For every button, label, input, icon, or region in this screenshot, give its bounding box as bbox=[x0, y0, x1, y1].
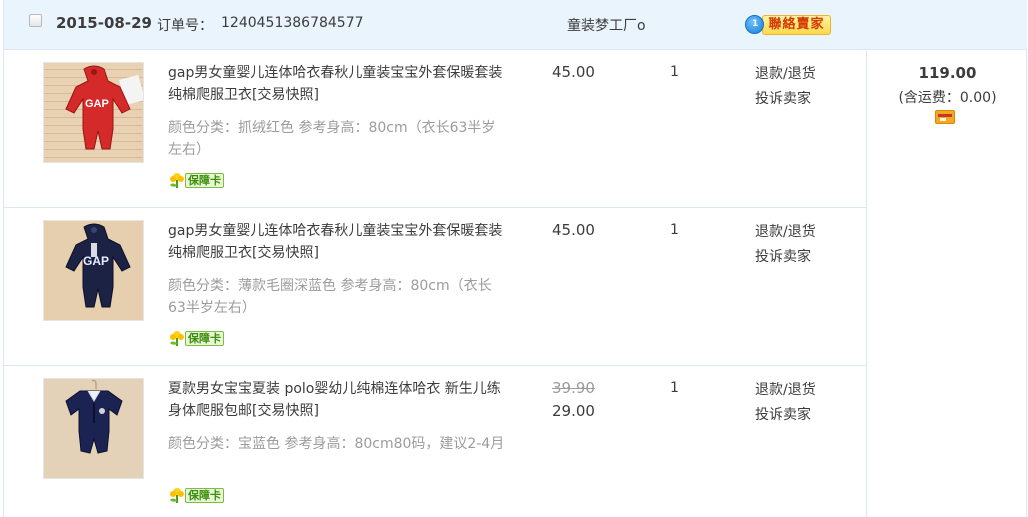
guarantee-card-label: 保障卡 bbox=[185, 331, 224, 346]
product-sku-info: 颜色分类：薄款毛圈深蓝色 参考身高：80cm（衣长63半岁左右） bbox=[168, 278, 492, 316]
product-title-link[interactable]: gap男女童婴儿连体哈衣春秋儿童装宝宝外套保暖套装纯棉爬服卫衣[交易快照] bbox=[168, 220, 513, 264]
product-sku-info: 颜色分类：宝蓝色 参考身高：80cm80码，建议2-4月 bbox=[168, 436, 505, 452]
unit-price: 45.00 bbox=[552, 221, 595, 239]
order-item: GAP gap男女童婴儿连体哈衣春秋儿童装宝宝外套保暖套装纯棉爬服卫衣[交易快照… bbox=[4, 208, 866, 366]
complain-seller-link[interactable]: 投诉卖家 bbox=[755, 88, 811, 108]
order-item: 夏款男女宝宝夏装 polo婴幼儿纯棉连体哈衣 新生儿练身体爬服包邮[交易快照] … bbox=[4, 366, 866, 517]
shop-name-link[interactable]: 童装梦工厂o bbox=[567, 15, 646, 35]
order-card: 2015-08-29 订单号： 1240451386784577 童装梦工厂o … bbox=[3, 0, 1027, 517]
guarantee-card-label: 保障卡 bbox=[185, 488, 224, 503]
flower-icon bbox=[170, 488, 184, 503]
order-number-label: 订单号： bbox=[157, 18, 213, 34]
order-item: GAP gap男女童婴儿连体哈衣春秋儿童装宝宝外套保暖套装纯棉爬服卫衣[交易快照… bbox=[4, 50, 866, 208]
order-header: 2015-08-29 订单号： 1240451386784577 童装梦工厂o … bbox=[4, 0, 1027, 50]
order-number: 1240451386784577 bbox=[221, 15, 364, 31]
product-sku-info: 颜色分类：抓绒红色 参考身高：80cm（衣长63半岁左右） bbox=[168, 120, 496, 158]
chat-badge-count: 1 bbox=[752, 19, 759, 29]
svg-text:GAP: GAP bbox=[85, 98, 109, 110]
order-select-checkbox[interactable] bbox=[29, 14, 42, 27]
refund-return-link[interactable]: 退款/退货 bbox=[755, 221, 816, 241]
unit-price: 29.00 bbox=[552, 402, 595, 420]
refund-return-link[interactable]: 退款/退货 bbox=[755, 379, 816, 399]
quantity: 1 bbox=[670, 380, 679, 396]
product-thumbnail[interactable]: GAP bbox=[43, 220, 144, 321]
quantity: 1 bbox=[670, 64, 679, 80]
unit-price: 45.00 bbox=[552, 63, 595, 81]
product-title-link[interactable]: gap男女童婴儿连体哈衣春秋儿童装宝宝外套保暖套装纯棉爬服卫衣[交易快照] bbox=[168, 62, 513, 106]
order-total-amount: 119.00 bbox=[918, 64, 977, 82]
quantity: 1 bbox=[670, 222, 679, 238]
contact-seller-label: 聯絡賣家 bbox=[762, 15, 831, 35]
flower-icon bbox=[170, 331, 184, 346]
complain-seller-link[interactable]: 投诉卖家 bbox=[755, 404, 811, 424]
shipping-fee: (含运费：0.00) bbox=[898, 90, 997, 106]
payment-card-icon[interactable] bbox=[935, 110, 955, 124]
guarantee-card-label: 保障卡 bbox=[185, 173, 224, 188]
guarantee-card-badge[interactable]: 保障卡 bbox=[168, 170, 232, 190]
flower-icon bbox=[170, 173, 184, 188]
product-thumbnail[interactable] bbox=[43, 378, 144, 479]
refund-return-link[interactable]: 退款/退货 bbox=[755, 63, 816, 83]
complain-seller-link[interactable]: 投诉卖家 bbox=[755, 246, 811, 266]
guarantee-card-badge[interactable]: 保障卡 bbox=[168, 328, 232, 348]
original-price: 39.90 bbox=[552, 379, 595, 397]
product-title-link[interactable]: 夏款男女宝宝夏装 polo婴幼儿纯棉连体哈衣 新生儿练身体爬服包邮[交易快照] bbox=[168, 378, 513, 422]
order-date: 2015-08-29 bbox=[56, 14, 152, 32]
chat-bubble-icon: 1 bbox=[745, 15, 764, 34]
product-thumbnail[interactable]: GAP bbox=[43, 62, 144, 163]
guarantee-card-badge[interactable]: 保障卡 bbox=[168, 485, 232, 505]
order-total-cell: 119.00 (含运费：0.00) bbox=[866, 50, 1027, 517]
